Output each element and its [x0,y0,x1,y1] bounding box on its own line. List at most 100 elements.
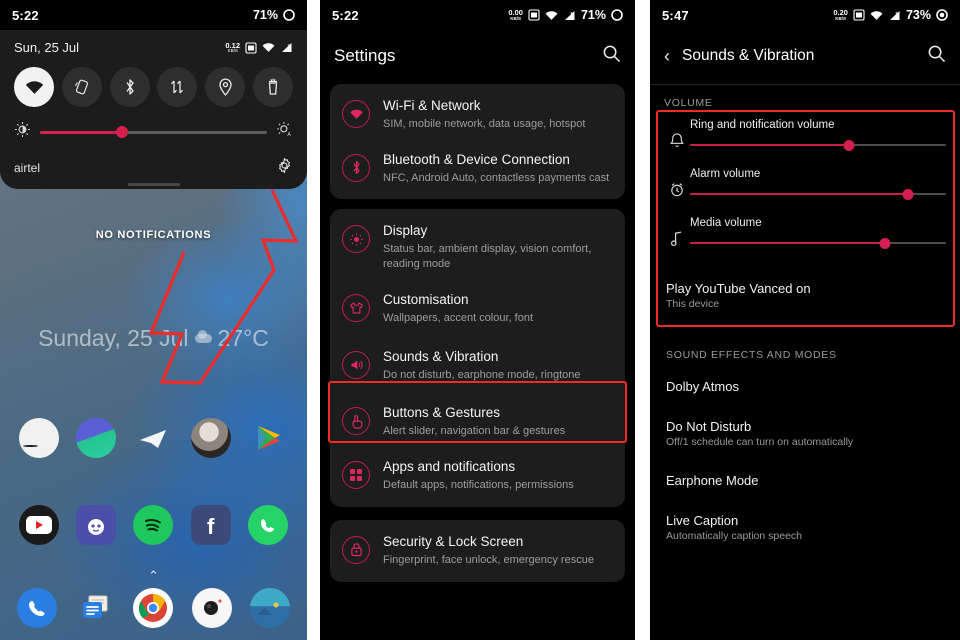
spotify-icon[interactable] [133,505,174,545]
row-subtitle: Off/1 schedule can turn on automatically [666,436,854,448]
quick-settings-panel[interactable]: Sun, 25 Jul 0.12 KB/S x A airtel [0,30,307,189]
settings-row-customisation[interactable]: Customisation Wallpapers, accent colour,… [330,282,625,336]
mobile-data-toggle[interactable] [157,67,198,107]
wifi-icon [870,10,883,21]
search-icon[interactable] [927,44,946,68]
row-subtitle: This device [666,298,720,310]
no-notifications-label: NO NOTIFICATIONS [95,229,212,241]
reddit-icon[interactable] [76,505,117,545]
settings-row-earphone-mode[interactable]: Earphone Mode [650,459,960,499]
play-store-icon[interactable] [248,418,288,458]
slider-fill [40,130,122,134]
settings-row-sounds-vibration[interactable]: Sounds & Vibration Do not disturb, earph… [330,336,625,396]
qs-toggle-row [14,67,293,107]
telegram-icon[interactable] [133,418,173,458]
back-chevron-icon[interactable]: ‹ [664,47,670,65]
alarm-clock-icon [664,181,690,200]
search-icon[interactable] [602,44,621,68]
row-subtitle: Status bar, ambient display, vision comf… [383,243,592,271]
ring-volume-slider[interactable] [690,139,946,151]
settings-row-apps-notifications[interactable]: Apps and notifications Default apps, not… [330,449,625,503]
alarm-volume-slider[interactable] [690,188,946,200]
settings-group-2: Display Status bar, ambient display, vis… [330,209,625,507]
slider-fill [690,143,849,147]
screenshot-stage: 5:22 71% Sun, 25 Jul 0.12 KB/S x A airte… [0,0,960,640]
settings-row-display[interactable]: Display Status bar, ambient display, vis… [330,213,625,282]
facebook-icon[interactable]: f [190,505,231,545]
svg-text:f: f [207,514,215,538]
row-title: Security & Lock Screen [383,533,524,549]
play-youtube-row[interactable]: Play YouTube Vanced on This device [650,267,960,321]
apps-grid-icon [342,461,370,490]
home-clock-widget[interactable]: Sunday, 25 Jul 27°C [0,325,307,352]
messages-icon[interactable] [75,588,115,628]
tshirt-icon [342,294,370,322]
qs-date: Sun, 25 Jul [14,40,80,55]
row-subtitle: NFC, Android Auto, contactless payments … [383,171,610,184]
wifi-icon [262,42,275,53]
svg-text:A: A [287,132,291,138]
battery-circle-icon [283,9,295,21]
phone-icon[interactable] [17,588,58,628]
slider-knob[interactable] [115,126,128,138]
brightness-slider[interactable] [40,125,267,139]
settings-row-do-not-disturb[interactable]: Do Not Disturb Off/1 schedule can turn o… [650,405,960,459]
media-volume-slider[interactable] [690,237,946,249]
volume-row-media[interactable]: Media volume [664,217,946,249]
settings-row-live-caption[interactable]: Live Caption Automatically caption speec… [650,499,960,553]
row-title: Dolby Atmos [666,379,739,394]
row-subtitle: Default apps, notifications, permissions [383,479,574,492]
contact-avatar-icon[interactable] [190,418,231,458]
weather-temp: 27°C [217,325,269,351]
qs-status-icons: 0.12 KB/S x [225,40,293,54]
auto-rotate-toggle[interactable] [61,67,102,107]
settings-row-dolby-atmos[interactable]: Dolby Atmos [650,367,960,405]
volume-section-label: VOLUME [664,97,713,109]
gear-icon[interactable] [276,157,293,179]
flashlight-toggle[interactable] [252,67,293,107]
gallery-icon[interactable] [249,588,290,628]
location-toggle[interactable] [205,67,246,107]
volume-row-ring[interactable]: Ring and notification volume [664,119,946,151]
display-brightness-icon [342,225,370,254]
page-title: Sounds & Vibration [682,47,815,64]
settings-row-bluetooth-device[interactable]: Bluetooth & Device Connection NFC, Andro… [330,142,625,196]
qs-drag-handle[interactable] [127,183,180,186]
sim-icon [245,41,257,54]
sounds-header: ‹ Sounds & Vibration [650,30,960,84]
bluetooth-toggle[interactable] [109,67,150,107]
sound-effects-label: SOUND EFFECTS AND MODES [666,349,837,361]
whatsapp-icon[interactable] [248,505,289,545]
youtube-icon[interactable] [18,505,59,545]
bell-icon [664,132,690,151]
volume-label: Alarm volume [690,168,761,180]
camera-icon[interactable] [191,588,232,628]
photos-icon[interactable] [76,418,117,458]
status-bar-2: 5:22 0.00 KB/S x 71% [320,0,635,30]
wifi-icon [342,100,370,128]
row-subtitle: Fingerprint, face unlock, emergency resc… [383,553,594,566]
slider-knob[interactable] [902,188,914,200]
chrome-icon[interactable] [133,588,174,628]
signal-icon: x [888,10,901,21]
slider-knob[interactable] [843,139,855,151]
home-app-row-1 [0,418,307,458]
brightness-slider-row[interactable]: A [14,121,293,143]
speaker-icon [342,350,370,379]
chevron-up-icon[interactable]: ⌃ [148,568,159,584]
data-rate-icon: 0.12 KB/S [225,40,240,53]
battery-percent: 73% [905,8,931,22]
brightness-auto-icon[interactable]: A [276,121,293,143]
battery-circle-icon [936,9,948,21]
volume-row-alarm[interactable]: Alarm volume [664,168,946,200]
settings-row-buttons-gestures[interactable]: Buttons & Gestures Alert slider, navigat… [330,395,625,449]
row-subtitle: Alert slider, navigation bar & gestures [383,425,566,438]
folder-icon[interactable] [18,418,59,458]
slider-knob[interactable] [879,237,891,249]
settings-row-wifi-network[interactable]: Wi-Fi & Network SIM, mobile network, dat… [330,88,625,142]
volume-section: VOLUME Ring and notification volume Alar… [650,85,960,267]
status-bar-1: 5:22 71% [0,0,307,30]
settings-row-security-lock[interactable]: Security & Lock Screen Fingerprint, face… [330,524,625,578]
battery-circle-icon [611,9,623,21]
wifi-toggle[interactable] [14,67,54,107]
